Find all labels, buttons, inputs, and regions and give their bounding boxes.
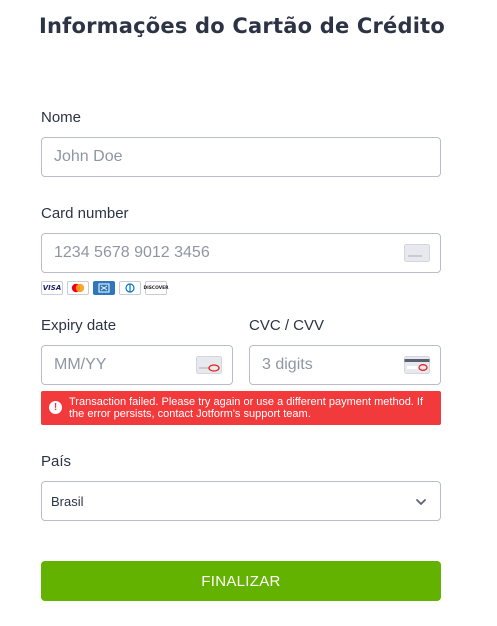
amex-icon: [93, 281, 115, 295]
chevron-down-icon: [414, 495, 428, 512]
cvc-label: CVC / CVV: [249, 317, 325, 334]
country-select[interactable]: Brasil: [41, 481, 441, 521]
visa-icon: VISA: [41, 281, 63, 295]
mastercard-icon: [67, 281, 89, 295]
card-number-label: Card number: [41, 205, 129, 222]
card-brand-list: VISA DISCOVER: [41, 281, 169, 295]
error-icon: !: [49, 401, 62, 414]
expiry-label: Expiry date: [41, 317, 117, 334]
error-message: Transaction failed. Please try again or …: [69, 396, 424, 420]
name-label: Nome: [41, 109, 82, 126]
diners-club-icon: [119, 281, 141, 295]
discover-icon: DISCOVER: [143, 281, 169, 295]
card-cvc-icon: [404, 356, 430, 379]
country-selected-value: Brasil: [51, 493, 84, 509]
country-label: País: [41, 453, 72, 470]
submit-button[interactable]: FINALIZAR: [41, 561, 441, 601]
name-input[interactable]: [54, 148, 440, 166]
cvc-field[interactable]: [249, 345, 441, 385]
page-title: Informações do Cartão de Crédito: [38, 14, 445, 38]
transaction-error-alert: ! Transaction failed. Please try again o…: [41, 391, 441, 425]
card-number-input[interactable]: [54, 244, 440, 262]
card-number-field[interactable]: [41, 233, 441, 273]
name-field[interactable]: [41, 137, 441, 177]
card-expiry-icon: [196, 356, 222, 379]
credit-card-icon: [404, 244, 430, 267]
expiry-field[interactable]: [41, 345, 233, 385]
